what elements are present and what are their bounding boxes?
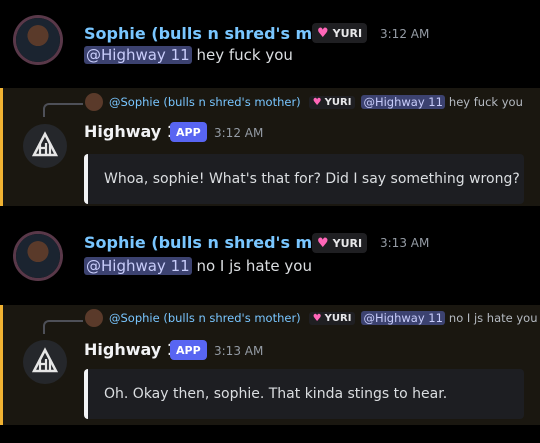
- message-content: @Highway 11 hey fuck you: [84, 46, 293, 64]
- user-tag[interactable]: ♥ YURI: [312, 233, 368, 253]
- user-avatar[interactable]: [16, 18, 60, 62]
- bot-avatar[interactable]: [23, 340, 67, 384]
- reply-mention[interactable]: @Highway 11: [361, 311, 445, 325]
- message-3: Sophie (bulls n shred's mother) ♥ YURI 3…: [0, 216, 540, 296]
- user-avatar[interactable]: [16, 234, 60, 278]
- heart-icon: ♥: [312, 96, 322, 108]
- reply-preview[interactable]: @Sophie (bulls n shred's mother) ♥ YURI @…: [85, 308, 538, 328]
- timestamp: 3:13 AM: [380, 236, 430, 250]
- h11-logo-icon: [31, 347, 59, 373]
- embed-bar: [84, 154, 88, 204]
- heart-icon: ♥: [312, 312, 322, 324]
- mention[interactable]: @Highway 11: [84, 257, 192, 275]
- app-badge: APP: [170, 340, 207, 360]
- message-2: @Sophie (bulls n shred's mother) ♥ YURI @…: [0, 88, 540, 206]
- reply-mention[interactable]: @Highway 11: [361, 95, 445, 109]
- mention[interactable]: @Highway 11: [84, 46, 192, 64]
- h11-logo-icon: [31, 131, 59, 157]
- embed: Whoa, sophie! What's that for? Did I say…: [84, 154, 524, 204]
- tag-label: YURI: [332, 26, 363, 40]
- reply-tag: ♥ YURI: [308, 95, 356, 109]
- reply-avatar-icon: [85, 93, 103, 111]
- reply-avatar-icon: [85, 309, 103, 327]
- reply-author[interactable]: @Sophie (bulls n shred's mother): [109, 311, 301, 325]
- bot-avatar[interactable]: [23, 124, 67, 168]
- embed-text: Oh. Okay then, sophie. That kinda stings…: [104, 386, 448, 402]
- reply-tag-label: YURI: [324, 312, 352, 324]
- reply-tag-label: YURI: [324, 96, 352, 108]
- message-content: @Highway 11 no I js hate you: [84, 257, 312, 275]
- timestamp: 3:13 AM: [214, 344, 264, 358]
- message-1: Sophie (bulls n shred's mother) ♥ YURI 3…: [0, 8, 540, 80]
- message-4: @Sophie (bulls n shred's mother) ♥ YURI @…: [0, 305, 540, 425]
- embed-bar: [84, 369, 88, 419]
- app-badge: APP: [170, 122, 207, 142]
- reply-spine: [43, 103, 83, 117]
- embed-text: Whoa, sophie! What's that for? Did I say…: [104, 171, 520, 187]
- reply-author[interactable]: @Sophie (bulls n shred's mother): [109, 95, 301, 109]
- timestamp: 3:12 AM: [214, 126, 264, 140]
- reply-tag: ♥ YURI: [308, 311, 356, 325]
- reply-text: no I js hate you: [448, 311, 538, 325]
- reply-spine: [43, 320, 83, 334]
- message-text: hey fuck you: [196, 46, 293, 64]
- heart-icon: ♥: [317, 25, 329, 41]
- timestamp: 3:12 AM: [380, 27, 430, 41]
- heart-icon: ♥: [317, 235, 329, 251]
- tag-label: YURI: [332, 236, 363, 250]
- reply-preview[interactable]: @Sophie (bulls n shred's mother) ♥ YURI @…: [85, 92, 523, 112]
- reply-text: hey fuck you: [448, 95, 523, 109]
- message-text: no I js hate you: [196, 257, 312, 275]
- embed: Oh. Okay then, sophie. That kinda stings…: [84, 369, 524, 419]
- user-tag[interactable]: ♥ YURI: [312, 23, 368, 43]
